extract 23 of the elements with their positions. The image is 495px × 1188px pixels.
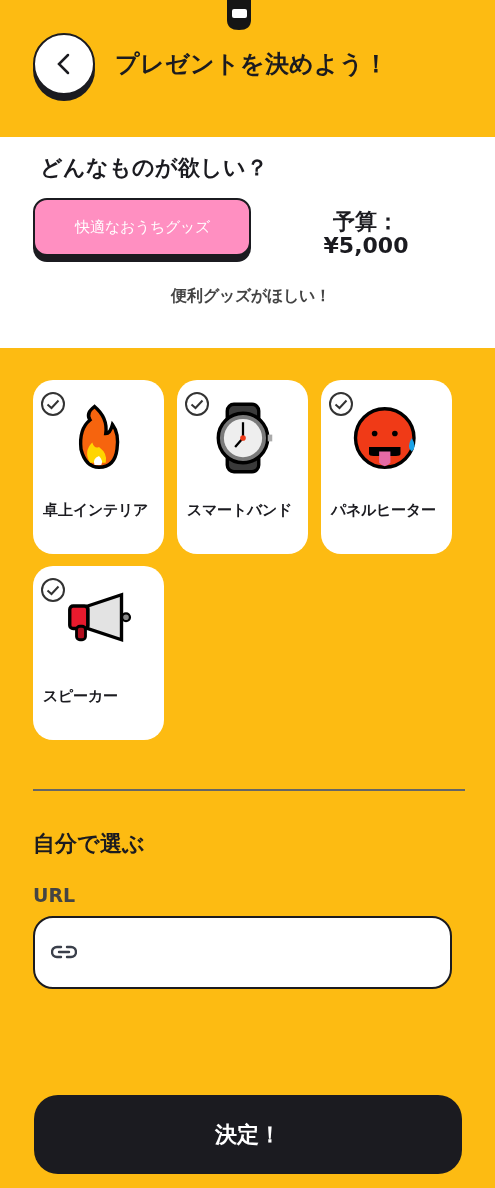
budget-label: 予算： xyxy=(332,210,400,235)
item-card[interactable]: スピーカー xyxy=(33,566,164,740)
submit-button[interactable]: 決定！ xyxy=(34,1094,462,1174)
budget-value: ¥5,000 xyxy=(322,234,410,259)
item-card[interactable]: スマートバンド xyxy=(177,380,308,554)
check-icon[interactable] xyxy=(40,391,66,417)
item-label: スピーカー xyxy=(43,686,119,707)
question-heading: どんなものが欲しい？ xyxy=(40,154,269,182)
check-icon[interactable] xyxy=(184,391,210,417)
item-card[interactable]: パネルヒーター xyxy=(321,380,452,554)
url-label: URL xyxy=(33,883,77,909)
item-label: スマートバンド xyxy=(187,500,293,521)
item-card[interactable]: 卓上インテリア xyxy=(33,380,164,554)
url-field[interactable] xyxy=(33,915,452,989)
page-title: プレゼントを決めよう！ xyxy=(115,50,388,79)
check-icon[interactable] xyxy=(40,577,66,603)
item-label: パネルヒーター xyxy=(331,500,437,521)
wish-comment: 便利グッズがほしい！ xyxy=(169,285,332,308)
item-label: 卓上インテリア xyxy=(43,500,149,521)
check-icon[interactable] xyxy=(328,391,354,417)
link-icon xyxy=(51,945,77,960)
section-heading: 自分で選ぶ xyxy=(33,831,146,858)
mascot-icon xyxy=(224,0,254,30)
